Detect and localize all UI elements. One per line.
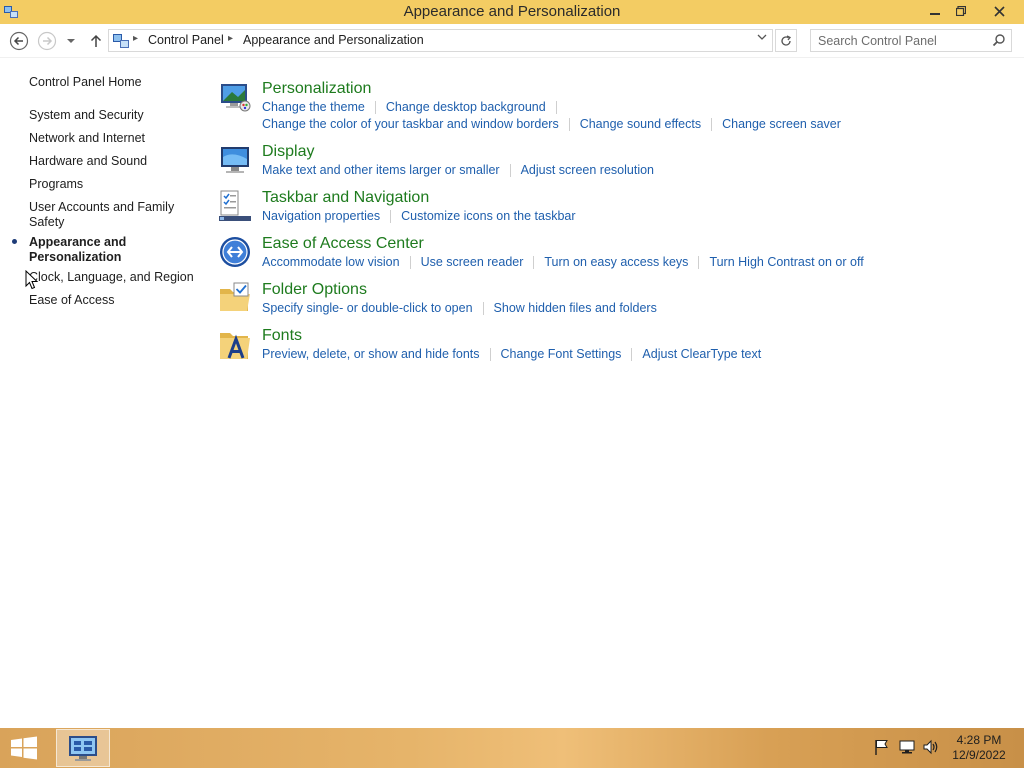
preview-fonts-link[interactable]: Preview, delete, or show and hide fonts [262, 347, 480, 361]
search-input[interactable] [811, 30, 987, 51]
text-size-link[interactable]: Make text and other items larger or smal… [262, 163, 500, 177]
control-panel-icon [113, 34, 129, 48]
navigation-bar: ▸ Control Panel ▸ Appearance and Persona… [0, 24, 1024, 58]
personalization-links-row-1: Change the theme Change desktop backgroun… [262, 100, 567, 115]
breadcrumb-control-panel[interactable]: Control Panel [148, 33, 224, 47]
search-icon[interactable] [992, 33, 1006, 47]
link-separator [509, 164, 511, 178]
chevron-down-icon [67, 39, 75, 43]
taskbar-links-row-1: Navigation properties Customize icons on … [262, 209, 576, 224]
mouse-cursor-icon [25, 270, 39, 290]
show-hidden-files-link[interactable]: Show hidden files and folders [494, 301, 657, 315]
nav-link-user-accounts[interactable]: User Accounts and Family Safety [29, 200, 179, 230]
nav-link-appearance-current: Appearance and Personalization [29, 235, 127, 264]
nav-link-ease-of-access[interactable]: Ease of Access [29, 293, 199, 308]
personalization-links-row-2: Change the color of your taskbar and win… [262, 117, 841, 132]
back-button[interactable] [9, 31, 29, 51]
link-separator [533, 256, 535, 270]
low-vision-link[interactable]: Accommodate low vision [262, 255, 400, 269]
control-panel-icon [69, 736, 97, 761]
folder-options-heading[interactable]: Folder Options [262, 281, 367, 299]
display-heading[interactable]: Display [262, 143, 314, 161]
ease-of-access-heading[interactable]: Ease of Access Center [262, 235, 424, 253]
control-panel-home-link[interactable]: Control Panel Home [29, 75, 199, 90]
link-separator [698, 256, 700, 270]
current-page-bullet [12, 239, 17, 244]
restore-button[interactable] [946, 0, 976, 22]
breadcrumb-appearance[interactable]: Appearance and Personalization [243, 33, 424, 47]
change-sound-effects-link[interactable]: Change sound effects [580, 117, 701, 131]
customize-taskbar-icons-link[interactable]: Customize icons on the taskbar [401, 209, 575, 223]
display-links-row-1: Make text and other items larger or smal… [262, 163, 654, 178]
refresh-button[interactable] [775, 29, 797, 52]
forward-arrow-icon [37, 31, 57, 51]
minimize-icon [930, 13, 940, 15]
recent-locations-button[interactable] [64, 31, 78, 51]
single-double-click-link[interactable]: Specify single- or double-click to open [262, 301, 473, 315]
clock-date: 12/9/2022 [952, 748, 1006, 762]
nav-link-programs[interactable]: Programs [29, 177, 199, 192]
ease-of-access-links-row-1: Accommodate low vision Use screen reader T… [262, 255, 864, 270]
change-taskbar-color-link[interactable]: Change the color of your taskbar and win… [262, 117, 559, 131]
clock-time: 4:28 PM [956, 733, 1002, 747]
display-icon [221, 147, 249, 173]
restore-icon [956, 6, 966, 16]
breadcrumb-separator-icon[interactable]: ▸ [228, 33, 233, 44]
network-icon[interactable] [898, 738, 916, 756]
refresh-icon [781, 34, 792, 46]
title-bar: Appearance and Personalization [0, 0, 1024, 24]
link-separator [482, 302, 484, 316]
close-button[interactable] [980, 0, 1018, 22]
fonts-icon [220, 333, 250, 359]
link-separator [374, 101, 376, 115]
nav-link-network-and-internet[interactable]: Network and Internet [29, 131, 199, 146]
change-screen-saver-link[interactable]: Change screen saver [722, 117, 841, 131]
system-clock[interactable]: 4:28 PM 12/9/2022 [944, 733, 1014, 763]
taskbar-icon [219, 190, 251, 221]
volume-icon[interactable] [922, 738, 940, 756]
search-box[interactable] [810, 29, 1012, 52]
action-center-flag-icon[interactable] [873, 738, 891, 756]
fonts-heading[interactable]: Fonts [262, 327, 302, 345]
personalization-icon [221, 84, 251, 112]
personalization-heading[interactable]: Personalization [262, 80, 371, 98]
windows-start-icon[interactable] [8, 736, 40, 760]
taskbar-navigation-heading[interactable]: Taskbar and Navigation [262, 189, 429, 207]
link-separator [489, 348, 491, 362]
taskbar-control-panel-button[interactable] [56, 729, 110, 767]
nav-link-hardware-and-sound[interactable]: Hardware and Sound [29, 154, 199, 169]
link-separator [555, 101, 557, 115]
link-separator [409, 256, 411, 270]
nav-link-system-and-security[interactable]: System and Security [29, 108, 199, 123]
adjust-cleartype-link[interactable]: Adjust ClearType text [642, 347, 761, 361]
folder-options-links-row-1: Specify single- or double-click to open S… [262, 301, 657, 316]
link-separator [390, 210, 392, 224]
link-separator [631, 348, 633, 362]
up-button[interactable] [86, 31, 106, 51]
change-theme-link[interactable]: Change the theme [262, 100, 365, 114]
address-bar[interactable]: ▸ Control Panel ▸ Appearance and Persona… [108, 29, 773, 52]
close-icon [993, 5, 1005, 17]
high-contrast-link[interactable]: Turn High Contrast on or off [709, 255, 863, 269]
taskbar: 4:28 PM 12/9/2022 [0, 728, 1024, 768]
nav-link-clock-language-region[interactable]: Clock, Language, and Region [29, 270, 199, 285]
navigation-properties-link[interactable]: Navigation properties [262, 209, 380, 223]
link-separator [568, 118, 570, 132]
easy-access-keys-link[interactable]: Turn on easy access keys [544, 255, 688, 269]
link-separator [711, 118, 713, 132]
adjust-resolution-link[interactable]: Adjust screen resolution [521, 163, 654, 177]
folder-options-icon [220, 282, 250, 311]
window-title: Appearance and Personalization [403, 3, 621, 20]
fonts-links-row-1: Preview, delete, or show and hide fonts C… [262, 347, 761, 362]
left-navigation-pane: Control Panel Home System and Security N… [0, 58, 205, 728]
address-dropdown-icon[interactable] [757, 33, 767, 44]
forward-button[interactable] [37, 31, 57, 51]
change-font-settings-link[interactable]: Change Font Settings [501, 347, 622, 361]
breadcrumb-separator-icon[interactable]: ▸ [133, 33, 138, 44]
ease-of-access-icon [220, 237, 250, 267]
back-arrow-icon [9, 31, 29, 51]
up-arrow-icon [90, 34, 102, 47]
change-desktop-background-link[interactable]: Change desktop background [386, 100, 546, 114]
screen-reader-link[interactable]: Use screen reader [421, 255, 524, 269]
